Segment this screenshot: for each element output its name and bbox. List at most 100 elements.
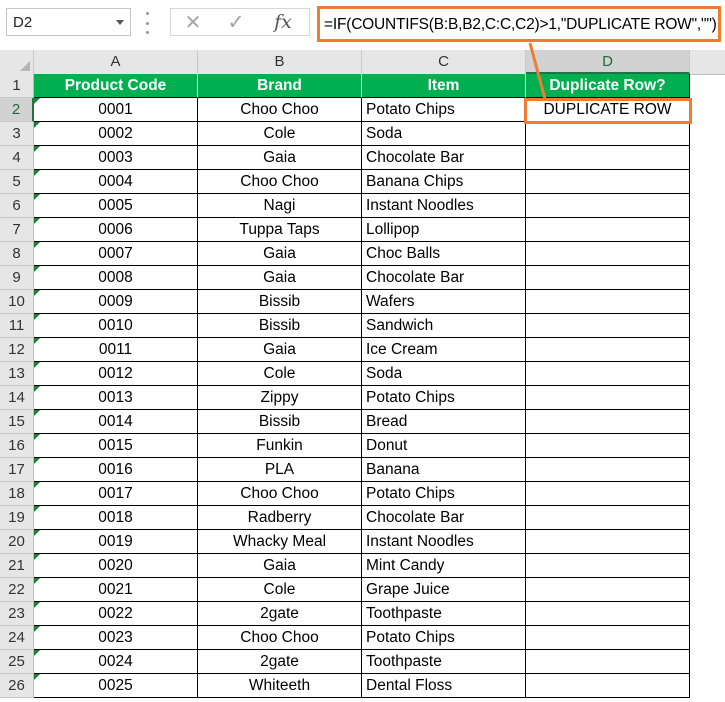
cell-brand[interactable]: Gaia <box>198 146 362 170</box>
cell-code[interactable]: 0023 <box>34 626 198 650</box>
cell-dup[interactable] <box>526 338 690 362</box>
row-header[interactable]: 1 <box>0 74 34 98</box>
cell-brand[interactable]: Gaia <box>198 554 362 578</box>
row-header[interactable]: 13 <box>0 362 34 386</box>
row-header[interactable]: 2 <box>0 98 34 122</box>
row-header[interactable]: 19 <box>0 506 34 530</box>
column-header-d[interactable]: D <box>526 50 690 74</box>
cell-item[interactable]: Banana <box>362 458 526 482</box>
formula-input[interactable]: =IF(COUNTIFS(B:B,B2,C:C,C2)>1,"DUPLICATE… <box>317 6 721 42</box>
cell-brand[interactable]: Gaia <box>198 242 362 266</box>
header-cell[interactable]: Product Code <box>34 74 198 98</box>
cell-dup[interactable] <box>526 146 690 170</box>
row-header[interactable]: 15 <box>0 410 34 434</box>
cell-code[interactable]: 0007 <box>34 242 198 266</box>
cell-code[interactable]: 0025 <box>34 674 198 698</box>
cancel-icon[interactable]: ✕ <box>173 9 213 35</box>
cell-brand[interactable]: Gaia <box>198 266 362 290</box>
cell-item[interactable]: Sandwich <box>362 314 526 338</box>
cell-brand[interactable]: Funkin <box>198 434 362 458</box>
cell-dup[interactable] <box>526 530 690 554</box>
cell-dup[interactable] <box>526 122 690 146</box>
cell-code[interactable]: 0021 <box>34 578 198 602</box>
cell-brand[interactable]: Bissib <box>198 410 362 434</box>
cell-code[interactable]: 0020 <box>34 554 198 578</box>
cell-dup[interactable] <box>526 218 690 242</box>
checkmark-icon[interactable]: ✓ <box>216 9 256 35</box>
cell-brand[interactable]: Cole <box>198 362 362 386</box>
cell-brand[interactable]: Whacky Meal <box>198 530 362 554</box>
cell-item[interactable]: Choc Balls <box>362 242 526 266</box>
cell-item[interactable]: Mint Candy <box>362 554 526 578</box>
row-header[interactable]: 14 <box>0 386 34 410</box>
cell-item[interactable]: Ice Cream <box>362 338 526 362</box>
cell-code[interactable]: 0014 <box>34 410 198 434</box>
cell-dup[interactable]: DUPLICATE ROW <box>526 98 690 122</box>
cell-dup[interactable] <box>526 170 690 194</box>
cell-item[interactable]: Chocolate Bar <box>362 266 526 290</box>
cell-brand[interactable]: Choo Choo <box>198 482 362 506</box>
cell-item[interactable]: Potato Chips <box>362 626 526 650</box>
cell-brand[interactable]: Choo Choo <box>198 626 362 650</box>
row-header[interactable]: 17 <box>0 458 34 482</box>
cell-item[interactable]: Wafers <box>362 290 526 314</box>
row-header[interactable]: 22 <box>0 578 34 602</box>
cell-code[interactable]: 0018 <box>34 506 198 530</box>
cell-code[interactable]: 0016 <box>34 458 198 482</box>
cell-brand[interactable]: Cole <box>198 122 362 146</box>
cell-dup[interactable] <box>526 482 690 506</box>
row-header[interactable]: 23 <box>0 602 34 626</box>
cell-dup[interactable] <box>526 194 690 218</box>
row-header[interactable]: 20 <box>0 530 34 554</box>
row-header[interactable]: 11 <box>0 314 34 338</box>
row-header[interactable]: 26 <box>0 674 34 698</box>
cell-item[interactable]: Potato Chips <box>362 98 526 122</box>
cell-code[interactable]: 0002 <box>34 122 198 146</box>
cell-dup[interactable] <box>526 626 690 650</box>
insert-function-button[interactable]: fx <box>263 9 303 35</box>
cell-dup[interactable] <box>526 602 690 626</box>
cell-code[interactable]: 0012 <box>34 362 198 386</box>
header-cell[interactable]: Duplicate Row? <box>526 74 690 98</box>
row-header[interactable]: 7 <box>0 218 34 242</box>
row-header[interactable]: 18 <box>0 482 34 506</box>
cell-dup[interactable] <box>526 458 690 482</box>
formula-bar-grip-icon[interactable] <box>146 12 150 34</box>
cell-code[interactable]: 0004 <box>34 170 198 194</box>
cell-code[interactable]: 0022 <box>34 602 198 626</box>
cell-item[interactable]: Soda <box>362 362 526 386</box>
cell-brand[interactable]: Gaia <box>198 338 362 362</box>
cell-item[interactable]: Donut <box>362 434 526 458</box>
cell-dup[interactable] <box>526 386 690 410</box>
cell-item[interactable]: Potato Chips <box>362 482 526 506</box>
cell-code[interactable]: 0001 <box>34 98 198 122</box>
row-header[interactable]: 8 <box>0 242 34 266</box>
cell-brand[interactable]: Bissib <box>198 290 362 314</box>
cell-brand[interactable]: Nagi <box>198 194 362 218</box>
cell-brand[interactable]: Whiteeth <box>198 674 362 698</box>
cell-code[interactable]: 0006 <box>34 218 198 242</box>
cell-code[interactable]: 0015 <box>34 434 198 458</box>
cell-dup[interactable] <box>526 650 690 674</box>
cell-item[interactable]: Dental Floss <box>362 674 526 698</box>
cell-item[interactable]: Potato Chips <box>362 386 526 410</box>
cell-brand[interactable]: Bissib <box>198 314 362 338</box>
row-header[interactable]: 16 <box>0 434 34 458</box>
select-all-button[interactable] <box>0 50 34 74</box>
cell-item[interactable]: Banana Chips <box>362 170 526 194</box>
cell-dup[interactable] <box>526 506 690 530</box>
cell-brand[interactable]: 2gate <box>198 650 362 674</box>
cell-item[interactable]: Chocolate Bar <box>362 146 526 170</box>
row-header[interactable]: 9 <box>0 266 34 290</box>
row-header[interactable]: 10 <box>0 290 34 314</box>
column-header-c[interactable]: C <box>362 50 526 74</box>
cell-code[interactable]: 0017 <box>34 482 198 506</box>
row-header[interactable]: 4 <box>0 146 34 170</box>
cell-item[interactable]: Toothpaste <box>362 602 526 626</box>
row-header[interactable]: 21 <box>0 554 34 578</box>
header-cell[interactable]: Brand <box>198 74 362 98</box>
row-header[interactable]: 6 <box>0 194 34 218</box>
cell-dup[interactable] <box>526 434 690 458</box>
cell-item[interactable]: Instant Noodles <box>362 530 526 554</box>
cell-brand[interactable]: PLA <box>198 458 362 482</box>
